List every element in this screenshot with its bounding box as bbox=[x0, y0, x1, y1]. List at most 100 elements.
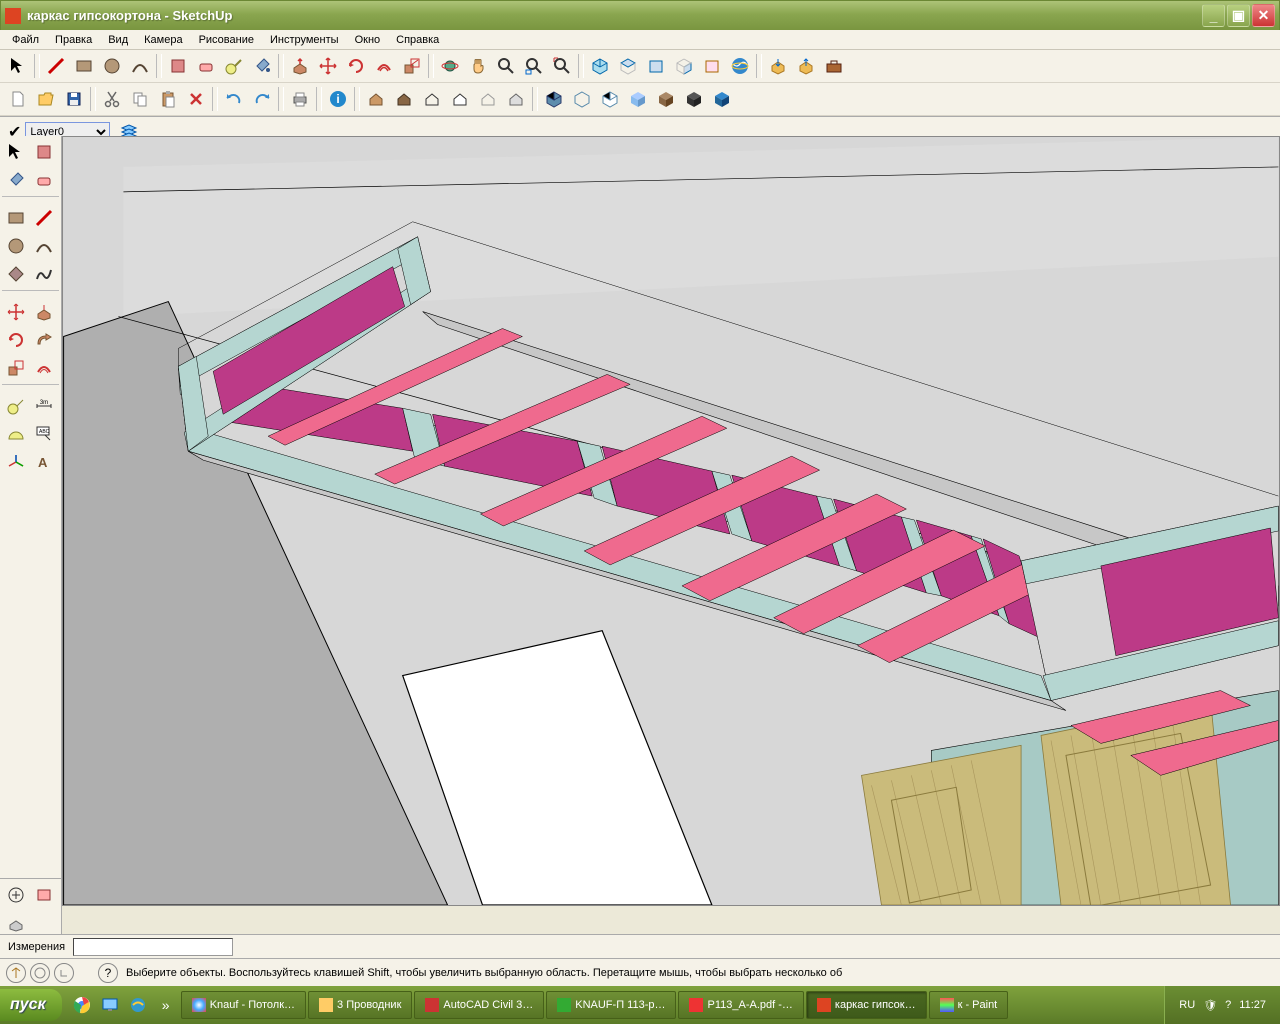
freehand-tool-side[interactable] bbox=[31, 261, 57, 287]
back-view-tool[interactable] bbox=[699, 53, 725, 79]
quicklaunch-chrome-icon[interactable] bbox=[71, 994, 93, 1016]
house-iso-tool[interactable] bbox=[363, 86, 389, 112]
arc-tool-side[interactable] bbox=[31, 233, 57, 259]
close-button[interactable]: ✕ bbox=[1252, 4, 1275, 27]
pan-tool[interactable] bbox=[465, 53, 491, 79]
top-view-tool[interactable] bbox=[615, 53, 641, 79]
protractor-tool-side[interactable] bbox=[3, 421, 29, 447]
mono-face-tool[interactable] bbox=[681, 86, 707, 112]
rectangle-tool-side[interactable] bbox=[3, 205, 29, 231]
toolbox-tool[interactable] bbox=[821, 53, 847, 79]
model-info-tool[interactable]: i bbox=[325, 86, 351, 112]
quicklaunch-desktop-icon[interactable] bbox=[99, 994, 121, 1016]
tape-tool-side[interactable] bbox=[3, 393, 29, 419]
zoom-extents-tool[interactable] bbox=[549, 53, 575, 79]
share-model-tool[interactable] bbox=[793, 53, 819, 79]
scale-tool-side[interactable] bbox=[3, 355, 29, 381]
house-mono-tool[interactable] bbox=[503, 86, 529, 112]
3dtext-tool-side[interactable]: A bbox=[31, 449, 57, 475]
cut-tool[interactable] bbox=[99, 86, 125, 112]
new-file-tool[interactable] bbox=[5, 86, 31, 112]
component-tool-side[interactable] bbox=[31, 139, 57, 165]
minimize-button[interactable]: _ bbox=[1202, 4, 1225, 27]
googleearth-tool[interactable] bbox=[727, 53, 753, 79]
maximize-button[interactable]: ▣ bbox=[1227, 4, 1250, 27]
rectangle-tool[interactable] bbox=[71, 53, 97, 79]
print-tool[interactable] bbox=[287, 86, 313, 112]
offset-tool[interactable] bbox=[371, 53, 397, 79]
line-tool-side[interactable] bbox=[31, 205, 57, 231]
open-file-tool[interactable] bbox=[33, 86, 59, 112]
start-button[interactable]: пуск bbox=[0, 989, 62, 1021]
measurements-input[interactable] bbox=[73, 938, 233, 956]
make-component-tool[interactable] bbox=[165, 53, 191, 79]
iso-view-tool[interactable] bbox=[587, 53, 613, 79]
polygon-tool-side[interactable] bbox=[3, 261, 29, 287]
get-models-tool[interactable] bbox=[765, 53, 791, 79]
tray-shield-icon[interactable]: 🛡 bbox=[1203, 999, 1217, 1012]
select-tool[interactable] bbox=[5, 53, 31, 79]
status-icon-1[interactable] bbox=[6, 963, 26, 983]
push-pull-tool[interactable] bbox=[287, 53, 313, 79]
undo-tool[interactable] bbox=[221, 86, 247, 112]
taskbar-task-5[interactable]: каркас гипсок… bbox=[806, 991, 927, 1019]
circle-tool-side[interactable] bbox=[3, 233, 29, 259]
status-help-icon[interactable]: ? bbox=[98, 963, 118, 983]
tray-help-icon[interactable]: ? bbox=[1225, 999, 1231, 1011]
front-view-tool[interactable] bbox=[643, 53, 669, 79]
rotate-tool-side[interactable] bbox=[3, 327, 29, 353]
redo-tool[interactable] bbox=[249, 86, 275, 112]
menu-view[interactable]: Вид bbox=[100, 32, 136, 48]
copy-tool[interactable] bbox=[127, 86, 153, 112]
quicklaunch-expand-icon[interactable]: » bbox=[155, 994, 177, 1016]
menu-tools[interactable]: Инструменты bbox=[262, 32, 347, 48]
zoom-window-tool[interactable] bbox=[521, 53, 547, 79]
delete-tool[interactable] bbox=[183, 86, 209, 112]
xray-tool[interactable] bbox=[541, 86, 567, 112]
house-outline-tool[interactable] bbox=[475, 86, 501, 112]
arc-tool[interactable] bbox=[127, 53, 153, 79]
zoom-tool[interactable] bbox=[493, 53, 519, 79]
line-tool[interactable] bbox=[43, 53, 69, 79]
quicklaunch-ie-icon[interactable] bbox=[127, 994, 149, 1016]
paste-tool[interactable] bbox=[155, 86, 181, 112]
followme-tool-side[interactable] bbox=[31, 327, 57, 353]
taskbar-task-0[interactable]: Knauf - Потолк… bbox=[181, 991, 306, 1019]
face-style-tool[interactable] bbox=[709, 86, 735, 112]
house-shaded-tool[interactable] bbox=[391, 86, 417, 112]
taskbar-task-6[interactable]: к - Paint bbox=[929, 991, 1009, 1019]
menu-file[interactable]: Файл bbox=[4, 32, 47, 48]
status-icon-3[interactable] bbox=[54, 963, 74, 983]
tray-lang[interactable]: RU bbox=[1179, 999, 1195, 1011]
dimension-tool-side[interactable]: 3m bbox=[31, 393, 57, 419]
section-cut-tool[interactable] bbox=[3, 910, 29, 936]
circle-tool[interactable] bbox=[99, 53, 125, 79]
eraser-tool-side[interactable] bbox=[31, 167, 57, 193]
section-display-tool[interactable] bbox=[31, 882, 57, 908]
shaded-face-tool[interactable] bbox=[625, 86, 651, 112]
textured-face-tool[interactable] bbox=[653, 86, 679, 112]
orbit-tool[interactable] bbox=[437, 53, 463, 79]
menu-camera[interactable]: Камера bbox=[136, 32, 190, 48]
taskbar-task-4[interactable]: P113_A-A.pdf -… bbox=[678, 991, 803, 1019]
menu-help[interactable]: Справка bbox=[388, 32, 447, 48]
section-tool[interactable] bbox=[3, 882, 29, 908]
scale-tool[interactable] bbox=[399, 53, 425, 79]
eraser-tool[interactable] bbox=[193, 53, 219, 79]
menu-draw[interactable]: Рисование bbox=[191, 32, 262, 48]
offset-tool-side[interactable] bbox=[31, 355, 57, 381]
move-tool[interactable] bbox=[315, 53, 341, 79]
move-tool-side[interactable] bbox=[3, 299, 29, 325]
status-icon-2[interactable] bbox=[30, 963, 50, 983]
tape-measure-tool[interactable] bbox=[221, 53, 247, 79]
menu-edit[interactable]: Правка bbox=[47, 32, 100, 48]
taskbar-task-3[interactable]: KNAUF-П 113-р… bbox=[546, 991, 676, 1019]
text-tool-side[interactable]: ABC bbox=[31, 421, 57, 447]
viewport[interactable] bbox=[62, 136, 1280, 906]
taskbar-task-1[interactable]: 3 Проводник bbox=[308, 991, 412, 1019]
paint-tool-side[interactable] bbox=[3, 167, 29, 193]
house-wire-tool[interactable] bbox=[419, 86, 445, 112]
rotate-tool[interactable] bbox=[343, 53, 369, 79]
select-tool-side[interactable] bbox=[3, 139, 29, 165]
paint-bucket-tool[interactable] bbox=[249, 53, 275, 79]
